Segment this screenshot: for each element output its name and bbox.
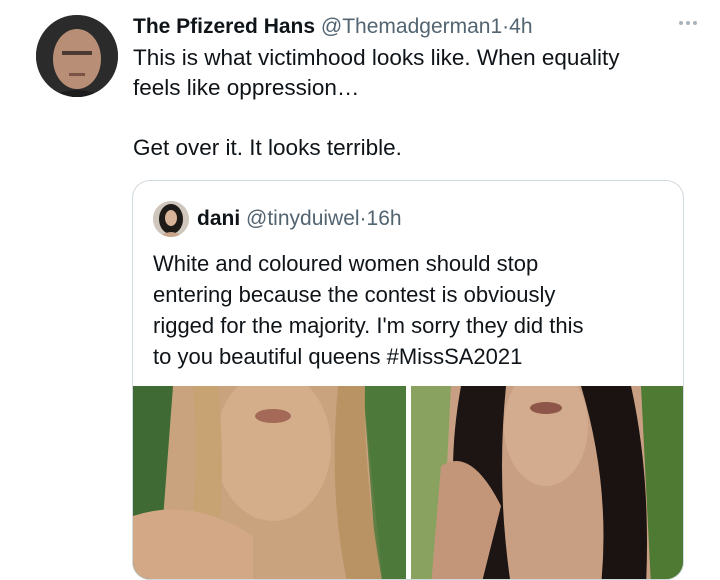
more-options-icon[interactable]	[674, 14, 702, 32]
quoted-text-line: rigged for the majority. I'm sorry they …	[153, 313, 584, 338]
quoted-photo-1[interactable]	[133, 386, 406, 579]
tweet-text-line: This is what victimhood looks like. When…	[133, 45, 620, 70]
tweet-timestamp[interactable]: 4h	[509, 15, 532, 38]
ellipsis-dot	[686, 21, 690, 25]
quoted-text-line: to you beautiful queens #MissSA2021	[153, 344, 523, 369]
ellipsis-dot	[693, 21, 697, 25]
tweet-header: The Pfizered Hans @Themadgerman1·4h	[133, 14, 700, 40]
quoted-tweet[interactable]: dani @tinyduiwel · 16h White and coloured …	[132, 180, 684, 580]
quoted-text-line: White and coloured women should stop	[153, 251, 539, 276]
author-avatar[interactable]	[36, 15, 118, 97]
quoted-author-handle[interactable]: @tinyduiwel	[246, 201, 360, 237]
quoted-tweet-text: White and coloured women should stop ent…	[153, 248, 663, 372]
quoted-author-avatar[interactable]	[153, 201, 189, 237]
quoted-photo-2[interactable]	[411, 386, 683, 579]
author-handle[interactable]: @Themadgerman1	[321, 15, 502, 38]
tweet-text-line: Get over it. It looks terrible.	[133, 135, 402, 160]
tweet-text-line: feels like oppression…	[133, 75, 360, 100]
quoted-author-name[interactable]: dani	[197, 201, 240, 237]
ellipsis-dot	[679, 21, 683, 25]
author-name[interactable]: The Pfizered Hans	[133, 15, 315, 38]
separator-dot: ·	[359, 207, 367, 230]
quoted-text-line: entering because the contest is obviousl…	[153, 282, 556, 307]
tweet-text: This is what victimhood looks like. When…	[133, 43, 693, 163]
quoted-tweet-header: dani @tinyduiwel · 16h	[153, 201, 402, 237]
quoted-timestamp[interactable]: 16h	[367, 201, 402, 237]
